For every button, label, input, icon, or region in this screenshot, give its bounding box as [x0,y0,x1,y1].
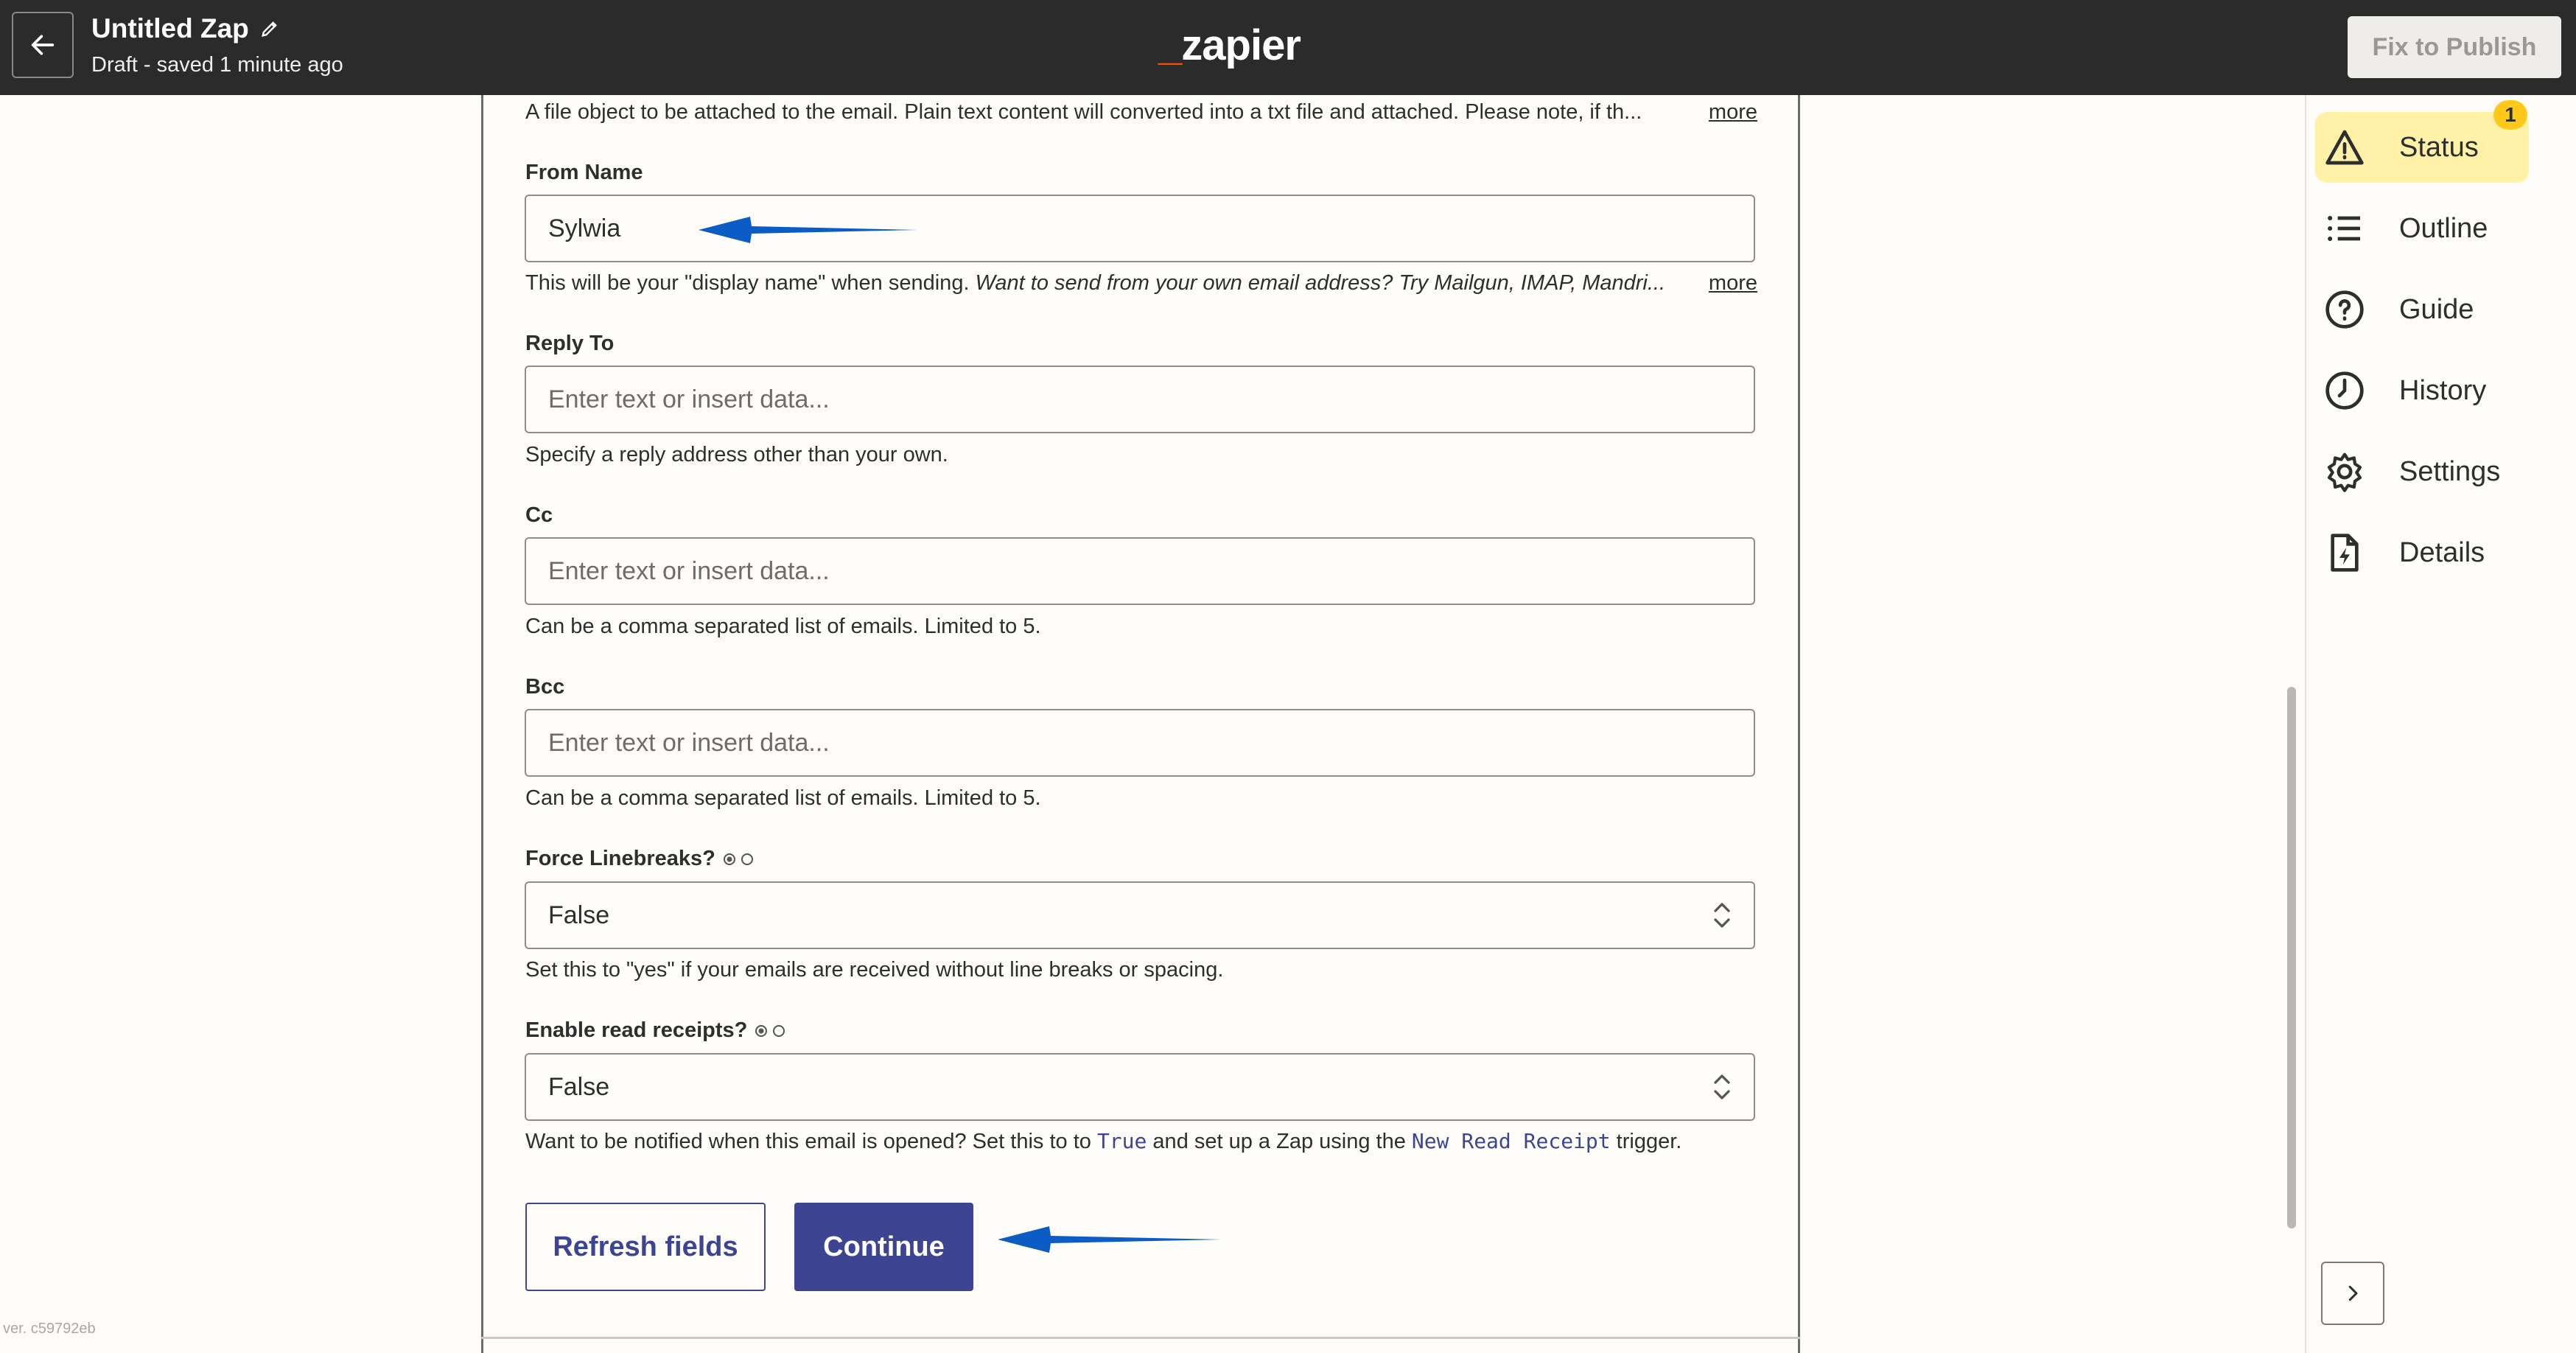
back-button[interactable] [12,12,74,78]
reply-to-label-text: Reply To [525,332,615,355]
cc-help: Can be a comma separated list of emails.… [525,615,1041,638]
sidebar-item-label: Status [2399,131,2479,163]
warning-icon [2325,130,2364,165]
from-name-label: From Name [525,161,643,185]
code-true: True [1096,1129,1147,1153]
read-receipts-help-1: Want to be notified when this email is o… [525,1130,1097,1153]
panel-divider [481,1337,1800,1339]
radio-toggle-icon[interactable] [723,851,755,867]
sidebar-item-label: Settings [2399,455,2501,487]
bcc-input[interactable]: Enter text or insert data... [525,709,1755,777]
read-receipts-help: Want to be notified when this email is o… [525,1129,1757,1154]
force-linebreaks-label-text: Force Linebreaks? [525,847,715,870]
version-label: ver. c59792eb [3,1321,96,1337]
reply-to-help: Specify a reply address other than your … [525,443,948,466]
cc-input[interactable]: Enter text or insert data... [525,537,1755,605]
reply-to-label: Reply To [525,332,614,356]
from-name-help: This will be your "display name" when se… [525,271,1757,296]
help-circle-icon [2325,290,2364,329]
arrow-left-icon [31,35,55,55]
reply-to-input[interactable]: Enter text or insert data... [525,366,1755,433]
code-new-read-receipt: New Read Receipt [1411,1129,1611,1153]
attachment-help: A file object to be attached to the emai… [525,100,1757,125]
from-name-help-plain: This will be your "display name" when se… [525,271,976,295]
pencil-icon[interactable] [259,18,280,39]
read-receipts-help-3: trigger. [1610,1130,1682,1153]
chevron-updown-icon [1714,1074,1730,1099]
publish-button[interactable]: Fix to Publish [2348,16,2561,78]
sidebar-item-details[interactable]: Details [2315,517,2529,588]
radio-toggle-icon[interactable] [755,1023,787,1039]
zap-title[interactable]: Untitled Zap [91,13,280,44]
chevron-updown-icon [1714,903,1730,928]
top-bar: Untitled Zap Draft - saved 1 minute ago … [0,0,2576,95]
file-bolt-icon [2331,534,2359,572]
read-receipts-value: False [548,1072,610,1101]
force-linebreaks-select[interactable]: False [525,881,1755,949]
continue-button[interactable]: Continue [794,1203,973,1291]
read-receipts-help-2: and set up a Zap using the [1147,1130,1412,1153]
gear-icon [2327,452,2362,492]
read-receipts-select[interactable]: False [525,1053,1755,1121]
sidebar-item-history[interactable]: History [2315,355,2529,426]
zap-title-text: Untitled Zap [91,13,249,43]
logo-text: zapier [1181,21,1301,69]
attachment-help-text: A file object to be attached to the emai… [525,100,1642,124]
sidebar-item-label: History [2399,374,2487,406]
force-linebreaks-label: Force Linebreaks? [525,847,755,871]
annotation-arrow-icon [998,1226,1220,1253]
sidebar-item-settings[interactable]: Settings [2315,436,2529,507]
sidebar-item-label: Guide [2399,293,2474,325]
annotation-arrow-icon [699,217,917,243]
cc-placeholder: Enter text or insert data... [548,556,830,585]
force-linebreaks-help: Set this to "yes" if your emails are rec… [525,958,1224,982]
cc-label-text: Cc [525,503,553,527]
read-receipts-label: Enable read receipts? [525,1018,787,1043]
bcc-label: Bcc [525,675,564,699]
bcc-placeholder: Enter text or insert data... [548,728,830,757]
bcc-help: Can be a comma separated list of emails.… [525,786,1041,810]
refresh-fields-button[interactable]: Refresh fields [525,1203,766,1291]
status-badge: 1 [2493,100,2527,130]
read-receipts-label-text: Enable read receipts? [525,1018,748,1042]
reply-to-placeholder: Enter text or insert data... [548,385,830,413]
sidebar-item-label: Outline [2399,212,2488,244]
cc-label: Cc [525,503,553,528]
more-link[interactable]: more [1709,100,1757,125]
more-link[interactable]: more [1709,271,1757,296]
zapier-logo: _zapier [1158,21,1301,69]
save-status: Draft - saved 1 minute ago [91,53,343,77]
sidebar-item-outline[interactable]: Outline [2315,193,2529,264]
from-name-help-italic: Want to send from your own email address… [975,271,1666,295]
force-linebreaks-value: False [548,901,610,929]
chevron-right-icon [2348,1285,2358,1301]
from-name-value: Sylwia [548,214,621,242]
bcc-label-text: Bcc [525,675,565,699]
sidebar-item-label: Details [2399,536,2485,568]
scrollbar-thumb[interactable] [2287,687,2296,1228]
from-name-label-text: From Name [525,161,643,184]
sidebar-item-guide[interactable]: Guide [2315,274,2529,345]
clock-icon [2325,371,2364,410]
expand-sidebar-button[interactable] [2321,1262,2384,1325]
list-icon [2328,215,2360,242]
